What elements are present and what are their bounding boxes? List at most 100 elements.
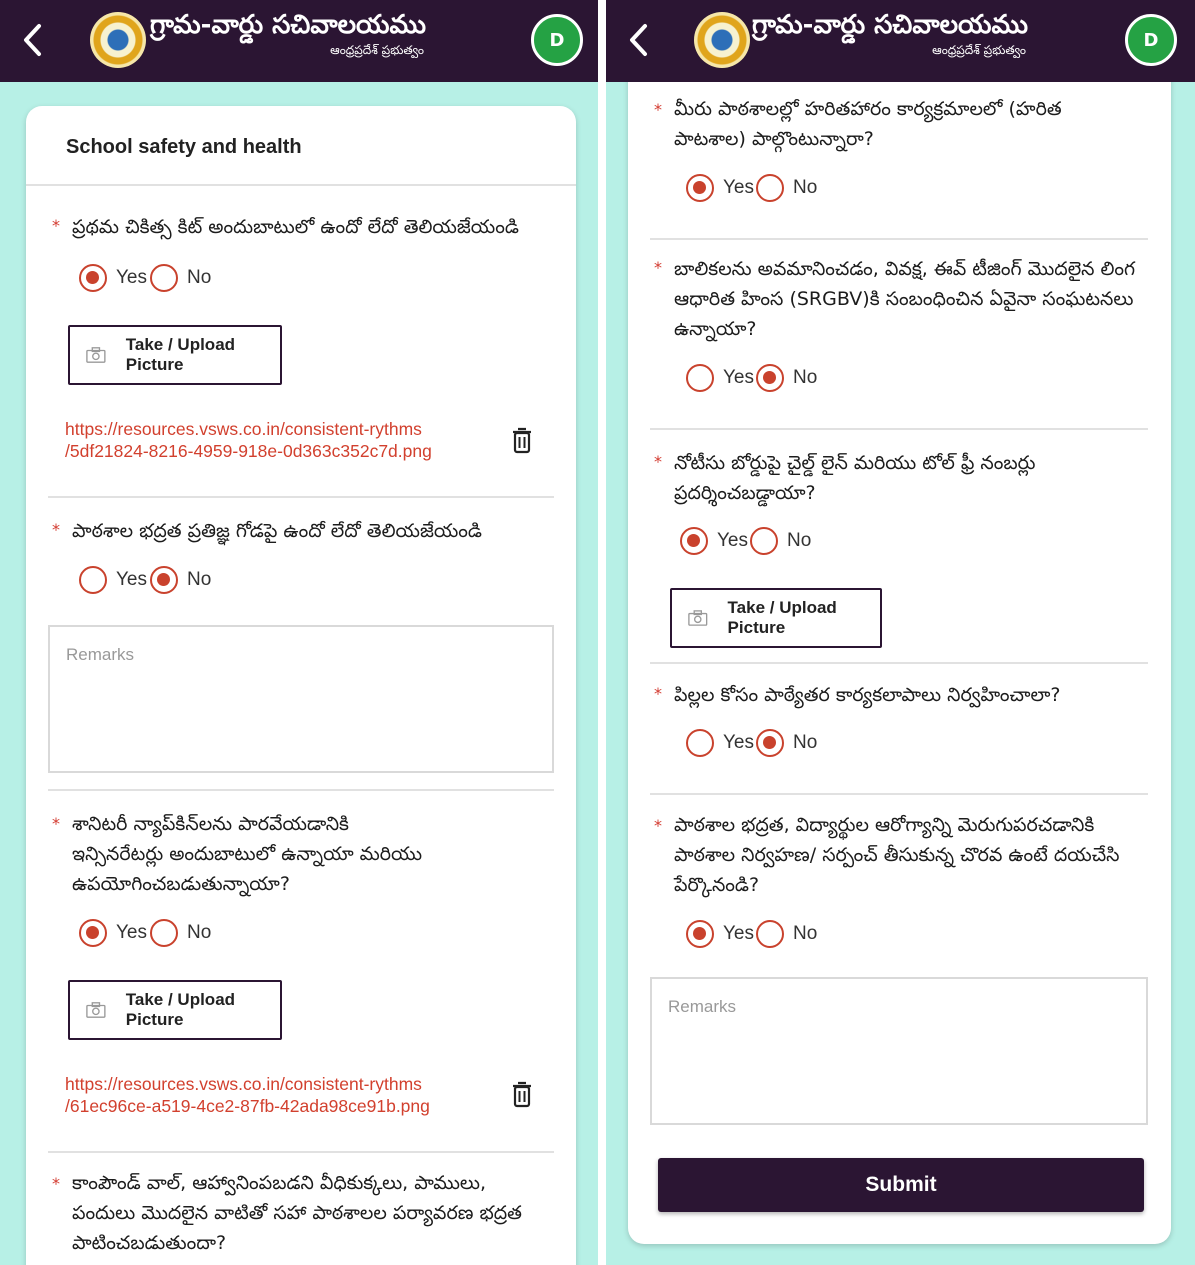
radio-yes-label: Yes	[116, 922, 147, 943]
question-line: పందులు మొదలైన వాటితో సహా పాఠశాలల పర్యావర…	[72, 1202, 522, 1224]
question-line: ఆధారిత హింస (SRGBV)కి సంబంధించిన ఏవైనా స…	[674, 288, 1134, 310]
divider	[650, 238, 1148, 240]
required-marker: *	[52, 216, 60, 235]
question-srgbv: బాలికలను అవమానించడం, వివక్ష, ఈవ్ టీజింగ్…	[674, 254, 1170, 344]
question-extracurricular: పిల్లల కోసం పాఠ్యేతర కార్యకలాపాలు నిర్వహ…	[674, 684, 1061, 706]
ap-government-emblem	[694, 12, 750, 68]
question-sarpanch-initiative: పాఠశాల భద్రత, విద్యార్థుల ఆరోగ్యాన్ని మె…	[674, 810, 1170, 900]
question-line: ఉపయోగించబడుతున్నాయా?	[72, 873, 290, 895]
user-avatar[interactable]: D	[531, 14, 583, 66]
radio-no[interactable]	[750, 527, 778, 555]
radio-yes[interactable]	[79, 919, 107, 947]
section-title: School safety and health	[66, 136, 302, 158]
radio-yes[interactable]	[686, 174, 714, 202]
app-subtitle: ఆంధ్రప్రదేశ్ ప్రభుత్వం	[932, 43, 1026, 57]
remarks-textarea[interactable]: Remarks	[650, 977, 1148, 1125]
radio-yes[interactable]	[680, 527, 708, 555]
camera-icon	[688, 610, 708, 626]
question-incinerators: శానిటరీ న్యాప్‌కిన్‌లను పారవేయడానికి ఇన్…	[72, 809, 562, 899]
question-line: పాటించబడుతుందా?	[72, 1232, 227, 1254]
upload-picture-label: Take / Upload Picture	[125, 335, 236, 374]
uploaded-file-link[interactable]: https://resources.vsws.co.in/consistent-…	[65, 418, 432, 462]
radio-yes[interactable]	[79, 566, 107, 594]
question-line: ప్రదర్శించబడ్డాయా?	[674, 482, 816, 504]
divider	[48, 496, 554, 498]
radio-yes-label: Yes	[723, 923, 754, 944]
required-marker: *	[52, 814, 60, 833]
radio-yes[interactable]	[79, 264, 107, 292]
radio-yes-label: Yes	[717, 530, 748, 551]
upload-picture-button[interactable]: Take / Upload Picture	[670, 588, 882, 648]
form-card: School safety and health * ప్రథమ చికిత్స…	[26, 106, 576, 1265]
user-avatar[interactable]: D	[1125, 14, 1177, 66]
back-button[interactable]	[618, 20, 658, 60]
divider	[48, 789, 554, 791]
radio-yes[interactable]	[686, 920, 714, 948]
divider	[26, 184, 576, 186]
upload-picture-button[interactable]: Take / Upload Picture	[68, 325, 282, 385]
link-line-2: /5df21824-8216-4959-918e-0d363c352c7d.pn…	[65, 441, 432, 461]
back-button[interactable]	[12, 20, 52, 60]
app-title: గ్రామ-వార్డు సచివాలయము	[752, 10, 1028, 40]
link-line-1: https://resources.vsws.co.in/consistent-…	[65, 419, 422, 439]
back-chevron-icon	[630, 24, 647, 56]
uploaded-file-link[interactable]: https://resources.vsws.co.in/consistent-…	[65, 1073, 430, 1117]
question-environment-safety: కాంపౌండ్ వాల్, ఆహ్వానింపబడని వీధికుక్కలు…	[72, 1168, 568, 1258]
radio-yes-label: Yes	[116, 569, 147, 590]
radio-no-label: No	[187, 267, 212, 288]
required-marker: *	[654, 816, 662, 835]
question-line: పేర్కొనండి?	[674, 874, 760, 896]
form-card: * మీరు పాఠశాలల్లో హరితహారం కార్యక్రమాలలో…	[628, 60, 1171, 1244]
upload-picture-label: Take / Upload Picture	[125, 990, 236, 1029]
question-first-aid: ప్రథమ చికిత్స కిట్ అందుబాటులో ఉందో లేదో …	[72, 216, 519, 238]
question-line: ఇన్సినరేటర్లు అందుబాటులో ఉన్నాయా మరియు	[72, 843, 423, 865]
radio-yes-label: Yes	[723, 367, 754, 388]
radio-no[interactable]	[150, 919, 178, 947]
radio-no-label: No	[793, 367, 818, 388]
back-chevron-icon	[24, 24, 41, 56]
radio-no-label: No	[187, 569, 212, 590]
radio-no[interactable]	[150, 264, 178, 292]
question-line: పాటశాల) పాల్గొంటున్నారా?	[674, 128, 874, 150]
radio-yes[interactable]	[686, 729, 714, 757]
divider	[650, 428, 1148, 430]
radio-no[interactable]	[756, 920, 784, 948]
brand: గ్రామ-వార్డు సచివాలయము ఆంధ్రప్రదేశ్ ప్రభ…	[752, 8, 1028, 58]
question-haritha-haram: మీరు పాఠశాలల్లో హరితహారం కార్యక్రమాలలో (…	[674, 94, 1164, 154]
radio-yes-label: Yes	[723, 732, 754, 753]
question-line: కాంపౌండ్ వాల్, ఆహ్వానింపబడని వీధికుక్కలు…	[72, 1172, 486, 1194]
trash-icon[interactable]	[511, 426, 533, 454]
upload-picture-label: Take / Upload Picture	[727, 598, 837, 637]
radio-yes-label: Yes	[116, 267, 147, 288]
trash-icon[interactable]	[511, 1080, 533, 1108]
question-childline-numbers: నోటీసు బోర్డుపై చైల్డ్ లైన్ మరియు టోల్ ఫ…	[674, 448, 1164, 508]
divider	[650, 793, 1148, 795]
radio-no-label: No	[793, 923, 818, 944]
question-line: మీరు పాఠశాలల్లో హరితహారం కార్యక్రమాలలో (…	[674, 98, 1062, 120]
left-screen: గ్రామ-వార్డు సచివాలయము ఆంధ్రప్రదేశ్ ప్రభ…	[0, 0, 598, 1265]
app-bar: గ్రామ-వార్డు సచివాలయము ఆంధ్రప్రదేశ్ ప్రభ…	[606, 0, 1195, 82]
divider	[48, 1151, 554, 1153]
radio-no-label: No	[787, 530, 812, 551]
upload-picture-button[interactable]: Take / Upload Picture	[68, 980, 282, 1040]
question-line: ఉన్నాయా?	[674, 318, 757, 340]
remarks-textarea[interactable]: Remarks	[48, 625, 554, 773]
required-marker: *	[654, 452, 662, 471]
radio-no[interactable]	[150, 566, 178, 594]
camera-icon	[86, 1002, 106, 1018]
app-subtitle: ఆంధ్రప్రదేశ్ ప్రభుత్వం	[330, 43, 424, 57]
question-line: శానిటరీ న్యాప్‌కిన్‌లను పారవేయడానికి	[72, 813, 349, 835]
radio-yes[interactable]	[686, 364, 714, 392]
brand: గ్రామ-వార్డు సచివాలయము ఆంధ్రప్రదేశ్ ప్రభ…	[150, 8, 426, 58]
submit-button[interactable]: Submit	[658, 1158, 1144, 1212]
camera-icon	[86, 347, 106, 363]
question-line: బాలికలను అవమానించడం, వివక్ష, ఈవ్ టీజింగ్…	[674, 258, 1136, 280]
radio-yes-label: Yes	[723, 177, 754, 198]
radio-no[interactable]	[756, 729, 784, 757]
radio-no[interactable]	[756, 364, 784, 392]
question-safety-pledge: పాఠశాల భద్రత ప్రతిజ్ఞ గోడపై ఉందో లేదో తె…	[72, 520, 482, 542]
question-line: పాఠశాల భద్రత, విద్యార్థుల ఆరోగ్యాన్ని మె…	[674, 814, 1095, 836]
radio-no[interactable]	[756, 174, 784, 202]
required-marker: *	[52, 520, 60, 539]
ap-government-emblem	[90, 12, 146, 68]
